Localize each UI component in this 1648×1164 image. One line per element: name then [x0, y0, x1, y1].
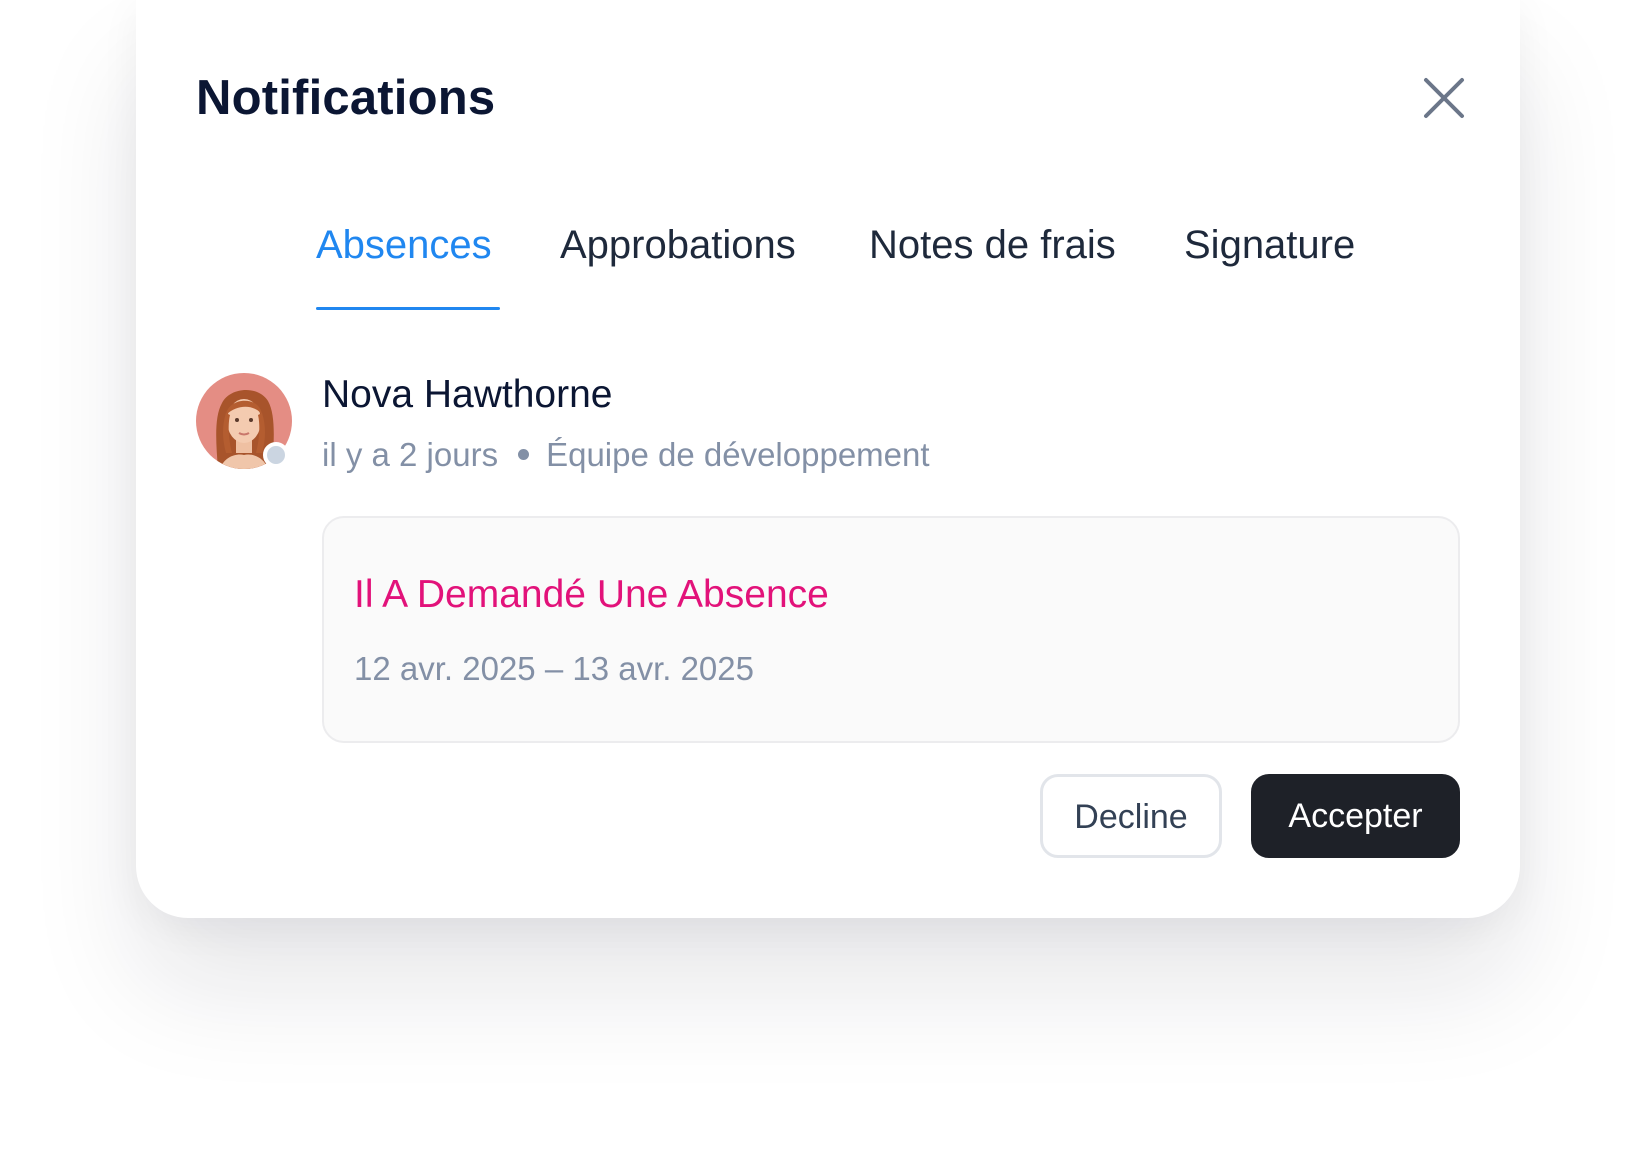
- decline-button[interactable]: Decline: [1040, 774, 1222, 858]
- tab-absences[interactable]: Absences: [316, 210, 492, 280]
- tab-notes-de-frais[interactable]: Notes de frais: [869, 210, 1116, 280]
- team-name: Équipe de développement: [546, 436, 930, 473]
- separator-dot: [518, 448, 530, 460]
- request-card: Il A Demandé Une Absence 12 avr. 2025 – …: [322, 516, 1460, 743]
- user-name: Nova Hawthorne: [322, 373, 613, 416]
- time-ago: il y a 2 jours: [322, 436, 499, 473]
- tab-signature[interactable]: Signature: [1184, 210, 1355, 280]
- close-button[interactable]: [1418, 72, 1470, 124]
- tab-approbations[interactable]: Approbations: [560, 210, 796, 280]
- accept-button[interactable]: Accepter: [1251, 774, 1460, 858]
- request-title: Il A Demandé Une Absence: [354, 573, 829, 616]
- notification-meta: il y a 2 jours Équipe de développement: [322, 432, 930, 478]
- panel-title: Notifications: [196, 71, 496, 125]
- active-tab-indicator: [316, 307, 500, 310]
- status-indicator: [263, 442, 289, 468]
- close-icon: [1424, 78, 1464, 118]
- request-dates: 12 avr. 2025 – 13 avr. 2025: [354, 650, 754, 687]
